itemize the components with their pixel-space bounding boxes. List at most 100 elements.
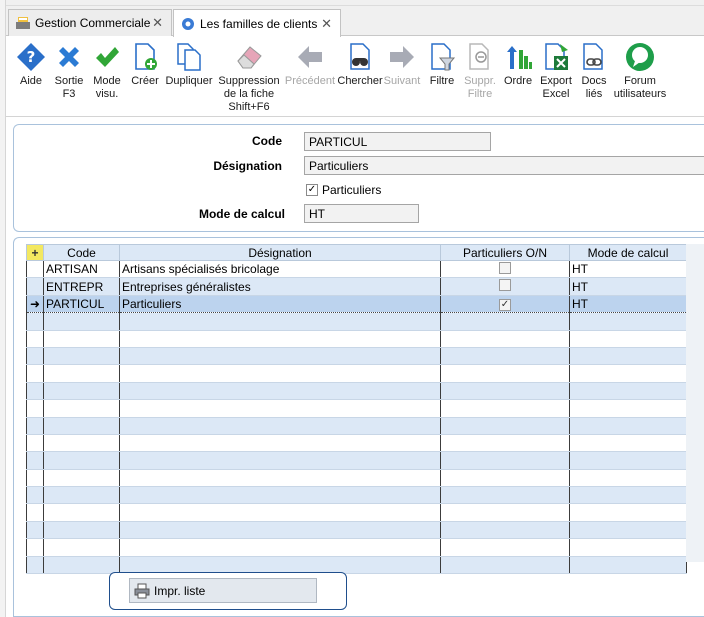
cell-particuliers[interactable] — [440, 364, 570, 383]
column-header-calc-mode[interactable]: Mode de calcul — [569, 244, 687, 261]
cell-calc-mode[interactable] — [569, 347, 687, 366]
cell-particuliers[interactable] — [440, 347, 570, 366]
cell-calc-mode[interactable] — [569, 469, 687, 488]
tab-gestion-commerciale[interactable]: Gestion Commerciale ✕ — [8, 9, 172, 36]
cell-calc-mode[interactable]: HT — [569, 260, 687, 279]
cell-designation[interactable]: Particuliers — [119, 294, 441, 314]
cell-code[interactable] — [43, 347, 120, 366]
cell-code[interactable] — [43, 556, 120, 575]
cell-calc-mode[interactable] — [569, 364, 687, 383]
table-row[interactable] — [26, 399, 687, 418]
row-checkbox[interactable]: ✓ — [499, 299, 511, 312]
cell-designation[interactable] — [119, 503, 441, 522]
table-row[interactable]: ENTREPR Entreprises généralistes HT — [26, 277, 687, 296]
row-selector[interactable] — [26, 399, 44, 418]
table-row[interactable] — [26, 382, 687, 401]
cell-calc-mode[interactable] — [569, 521, 687, 540]
remove-filter-button[interactable]: Suppr. Filtre — [460, 41, 500, 101]
table-row[interactable] — [26, 364, 687, 383]
print-list-button[interactable]: Impr. liste — [129, 578, 317, 603]
cell-designation[interactable] — [119, 330, 441, 348]
cell-designation[interactable] — [119, 312, 441, 331]
cell-calc-mode[interactable] — [569, 486, 687, 505]
row-selector[interactable] — [26, 417, 44, 435]
create-button[interactable]: Créer — [126, 41, 164, 88]
export-excel-button[interactable]: Export Excel — [536, 41, 576, 101]
cell-designation[interactable] — [119, 417, 441, 435]
cell-designation[interactable]: Artisans spécialisés bricolage — [119, 260, 441, 279]
close-icon[interactable]: ✕ — [321, 16, 332, 32]
cell-designation[interactable] — [119, 347, 441, 366]
cell-particuliers[interactable] — [440, 330, 570, 348]
cell-designation[interactable] — [119, 556, 441, 575]
row-selector[interactable] — [26, 364, 44, 383]
sort-order-button[interactable]: Ordre — [500, 41, 536, 88]
cell-code[interactable] — [43, 399, 120, 418]
table-row[interactable] — [26, 556, 687, 575]
cell-particuliers[interactable] — [440, 538, 570, 557]
cell-code[interactable] — [43, 538, 120, 557]
row-selector[interactable] — [26, 486, 44, 505]
tab-familles-clients[interactable]: Les familles de clients ✕ — [173, 9, 341, 37]
table-row[interactable]: ➜ PARTICUL Particuliers ✓ HT — [26, 294, 687, 314]
cell-code[interactable] — [43, 417, 120, 435]
cell-calc-mode[interactable] — [569, 503, 687, 522]
cell-particuliers[interactable] — [440, 521, 570, 540]
cell-particuliers[interactable]: ✓ — [440, 294, 570, 314]
forum-button[interactable]: Forum utilisateurs — [612, 41, 668, 101]
table-row[interactable] — [26, 417, 687, 435]
help-button[interactable]: ? Aide — [12, 41, 50, 88]
cell-particuliers[interactable] — [440, 260, 570, 279]
close-icon[interactable]: ✕ — [152, 15, 163, 31]
row-selector[interactable] — [26, 538, 44, 557]
cell-code[interactable]: ARTISAN — [43, 260, 120, 279]
cell-calc-mode[interactable] — [569, 330, 687, 348]
duplicate-button[interactable]: Dupliquer — [164, 41, 214, 88]
column-header-code[interactable]: Code — [43, 244, 120, 261]
table-row[interactable] — [26, 503, 687, 522]
previous-button[interactable]: Précédent — [282, 41, 338, 88]
table-row[interactable] — [26, 330, 687, 348]
cell-code[interactable]: PARTICUL — [43, 294, 120, 314]
cell-code[interactable] — [43, 364, 120, 383]
table-row[interactable] — [26, 347, 687, 366]
calc-mode-field[interactable]: HT — [304, 204, 419, 223]
cell-particuliers[interactable] — [440, 451, 570, 470]
cell-particuliers[interactable] — [440, 556, 570, 575]
cell-particuliers[interactable] — [440, 312, 570, 331]
cell-code[interactable] — [43, 312, 120, 331]
cell-particuliers[interactable] — [440, 503, 570, 522]
cell-designation[interactable] — [119, 538, 441, 557]
code-field[interactable]: PARTICUL — [304, 132, 491, 151]
cell-calc-mode[interactable] — [569, 538, 687, 557]
column-header-designation[interactable]: Désignation — [119, 244, 441, 261]
cell-designation[interactable] — [119, 469, 441, 488]
cell-code[interactable] — [43, 330, 120, 348]
cell-calc-mode[interactable] — [569, 417, 687, 435]
table-row[interactable] — [26, 538, 687, 557]
cell-code[interactable]: ENTREPR — [43, 277, 120, 296]
cell-calc-mode[interactable]: HT — [569, 294, 687, 314]
cell-calc-mode[interactable] — [569, 434, 687, 453]
table-row[interactable] — [26, 434, 687, 453]
row-selector[interactable] — [26, 434, 44, 453]
table-row[interactable] — [26, 312, 687, 331]
cell-designation[interactable] — [119, 364, 441, 383]
cell-calc-mode[interactable] — [569, 556, 687, 575]
cell-calc-mode[interactable]: HT — [569, 277, 687, 296]
table-row[interactable] — [26, 521, 687, 540]
cell-code[interactable] — [43, 486, 120, 505]
add-row-button[interactable]: + — [26, 244, 44, 261]
row-selector[interactable] — [26, 451, 44, 470]
row-selector[interactable] — [26, 503, 44, 522]
row-selector[interactable] — [26, 469, 44, 488]
view-mode-button[interactable]: Mode visu. — [88, 41, 126, 101]
row-checkbox[interactable] — [499, 261, 511, 274]
cell-code[interactable] — [43, 382, 120, 401]
cell-code[interactable] — [43, 451, 120, 470]
table-row[interactable] — [26, 486, 687, 505]
cell-calc-mode[interactable] — [569, 451, 687, 470]
cell-particuliers[interactable] — [440, 399, 570, 418]
row-selector[interactable] — [26, 521, 44, 540]
row-checkbox[interactable] — [499, 279, 511, 292]
